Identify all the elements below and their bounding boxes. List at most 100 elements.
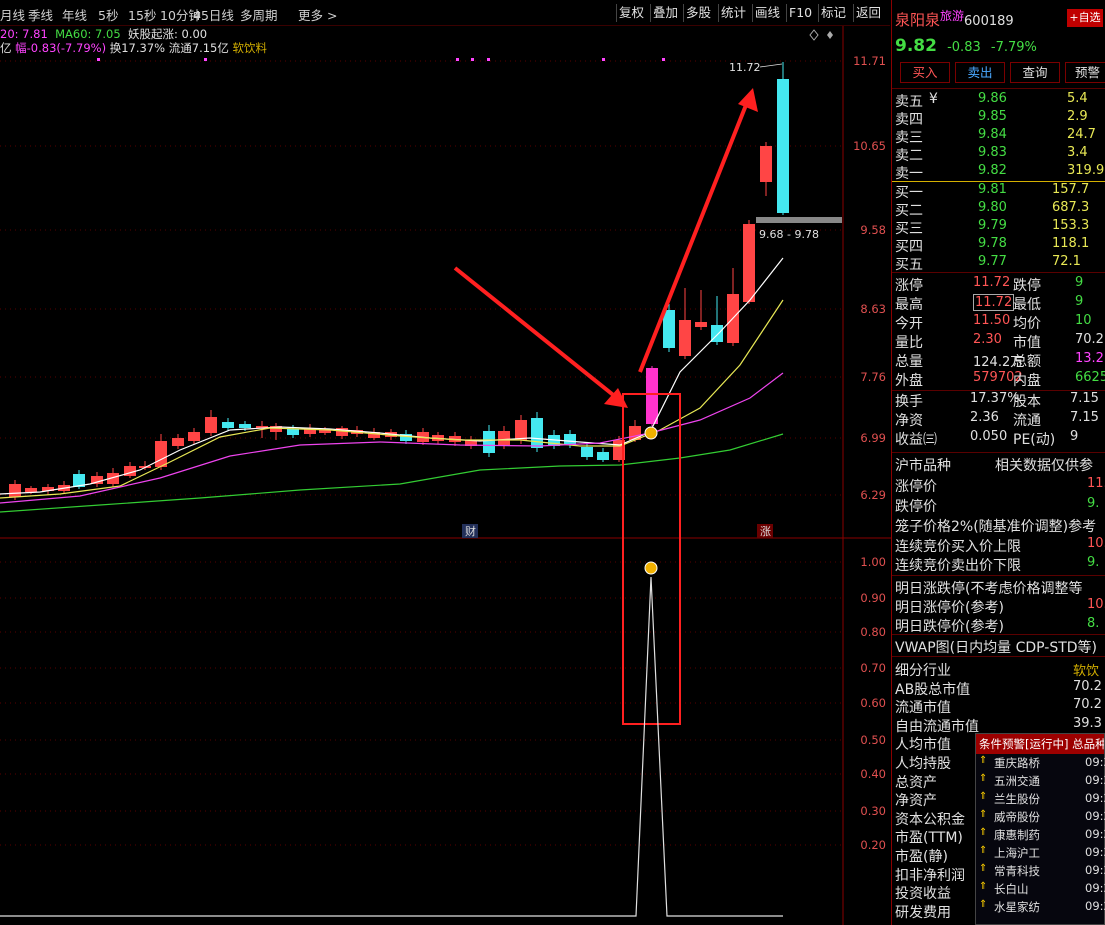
stat-value-2: 13.2 xyxy=(1075,351,1104,366)
bid-label: 买二 xyxy=(895,203,923,219)
info-row: VWAP图(日内均量 CDP-STD等) xyxy=(895,637,1105,656)
stat-label: 总量 xyxy=(895,354,923,370)
info-label: 连续竞价买入价上限 xyxy=(895,539,1021,555)
stat-value-2: 9 xyxy=(1075,275,1084,290)
alert-item[interactable]: ⇑ 五洲交通 09:2 xyxy=(976,772,1105,790)
info-row: 涨停价 11. xyxy=(895,476,1105,495)
stat-row: 今开 11.50 均价 10 xyxy=(895,313,1105,332)
price-change-pct: -7.79% xyxy=(990,40,1037,55)
info-value: 11. xyxy=(1087,476,1105,491)
fundamental-label: 人均持股 xyxy=(895,756,951,772)
sell-button[interactable]: 卖出 xyxy=(955,62,1005,83)
lower-axis-label: 0.40 xyxy=(860,767,886,781)
alert-time: 09:2 xyxy=(1085,773,1105,787)
bid-volume: 72.1 xyxy=(1052,254,1081,269)
candle-body xyxy=(222,422,234,428)
fundamental-value: 39.3 xyxy=(1073,715,1102,731)
currency-glyph: ¥ xyxy=(929,91,938,107)
price-axis-label: 7.76 xyxy=(860,370,886,384)
alert-button[interactable]: 预警 xyxy=(1065,62,1105,83)
up-arrow-icon: ⇑ xyxy=(979,881,988,892)
stat-label-2: PE(动) xyxy=(1013,432,1056,448)
alert-item[interactable]: ⇑ 常青科技 09:2 xyxy=(976,862,1105,880)
alert-time: 09:2 xyxy=(1085,845,1105,859)
info-row: 明日涨跌停(不考虑价格调整等 xyxy=(895,578,1105,597)
alert-stock-name: 上海沪工 xyxy=(994,846,1040,860)
last-price: 9.82 xyxy=(895,36,937,56)
ask-label: 卖一 xyxy=(895,166,923,182)
candle-body xyxy=(646,368,658,424)
ask-row: 卖一 9.82 319.9 xyxy=(895,163,1105,182)
fundamental-label: 投资收益 xyxy=(895,886,951,903)
stat-label: 涨停 xyxy=(895,278,923,294)
cai-marker: 财 xyxy=(465,524,476,538)
stat-value: 11.72 xyxy=(973,275,1011,290)
stat-value-2: 70.2 xyxy=(1075,332,1104,347)
query-button[interactable]: 查询 xyxy=(1010,62,1060,83)
alert-item[interactable]: ⇑ 长白山 09:2 xyxy=(976,880,1105,898)
fundamental-row: 流通市值 70.2 xyxy=(895,697,1105,716)
alert-item[interactable]: ⇑ 重庆路桥 09:2 xyxy=(976,754,1105,772)
alert-item[interactable]: ⇑ 威帝股份 09:2 xyxy=(976,808,1105,826)
diamond-icon xyxy=(809,29,819,41)
ask-label: 卖四 xyxy=(895,112,923,128)
price-axis-label: 11.71 xyxy=(853,54,886,68)
product-title: 沪市品种 xyxy=(895,458,951,474)
up-arrow-icon: ⇑ xyxy=(979,791,988,802)
arrow-head xyxy=(738,88,758,112)
stock-tag: 旅游 xyxy=(940,9,965,23)
condition-alert-popup[interactable]: 条件预警[运行中] 总品种 ⇑ 重庆路桥 09:2 ⇑ 五洲交通 09:2 ⇑ 兰生股份 09:… xyxy=(975,733,1105,925)
stat-value-2: 10 xyxy=(1075,313,1092,328)
ask-volume: 24.7 xyxy=(1067,127,1096,142)
price-axis-label: 9.58 xyxy=(860,223,886,237)
kline-chart[interactable]: 11.71 10.65 9.58 8.63 7.76 6.99 6.29 1.00 0.90 0.… xyxy=(0,0,891,925)
stat-row: 总量 124.2万 总额 13.2 xyxy=(895,351,1105,370)
alert-time: 09:2 xyxy=(1085,863,1105,877)
fundamental-label: 流通市值 xyxy=(895,700,951,717)
fundamental-label: 市盈(静) xyxy=(895,849,948,865)
lower-axis-label: 1.00 xyxy=(860,555,886,569)
info-label: 跌停价 xyxy=(895,499,937,515)
ask-price: 9.86 xyxy=(978,91,1007,106)
candle-body xyxy=(239,424,251,428)
info-label: 笼子价格2%(随基准价调整)参考 xyxy=(895,519,1097,535)
ma5-line xyxy=(0,257,784,495)
alert-time: 09:2 xyxy=(1085,809,1105,823)
bid-volume: 118.1 xyxy=(1052,236,1090,251)
alert-item[interactable]: ⇑ 水星家纺 09:2 xyxy=(976,898,1105,916)
stat-row: 净资 2.36 流通 7.15 xyxy=(895,410,1105,429)
alert-item[interactable]: ⇑ 康惠制药 09:2 xyxy=(976,826,1105,844)
info-label: VWAP图(日内均量 CDP-STD等) xyxy=(895,640,1098,656)
stat-value: 11.50 xyxy=(973,313,1011,328)
ask-price: 9.83 xyxy=(978,145,1007,160)
fundamental-label: 净资产 xyxy=(895,793,937,810)
alert-item[interactable]: ⇑ 上海沪工 09:2 xyxy=(976,844,1105,862)
candle-body xyxy=(743,224,755,302)
buy-button[interactable]: 买入 xyxy=(900,62,950,83)
stat-label: 最高 xyxy=(895,297,923,313)
ask-label: 卖二 xyxy=(895,148,923,164)
alert-stock-name: 长白山 xyxy=(994,882,1029,896)
stat-label-2: 内盘 xyxy=(1013,373,1041,389)
info-row: 明日跌停价(参考) 8. xyxy=(895,616,1105,635)
fundamental-row: AB股总市值 70.2 xyxy=(895,679,1105,698)
candle-body xyxy=(777,79,789,213)
add-watchlist-button[interactable]: +自选 xyxy=(1067,9,1103,27)
fundamental-value: 70.2 xyxy=(1073,678,1102,694)
stat-value-2: 9 xyxy=(1075,294,1084,309)
info-label: 明日涨跌停(不考虑价格调整等 xyxy=(895,581,1083,597)
candle-body xyxy=(581,447,593,457)
bid-price: 9.80 xyxy=(978,200,1007,215)
highlight-box xyxy=(622,393,681,725)
bid-row: 买三 9.79 153.3 xyxy=(895,218,1105,237)
stat-label-2: 市值 xyxy=(1013,335,1041,351)
candle-body xyxy=(498,431,510,445)
product-row: 沪市品种 相关数据仅供参 xyxy=(895,455,1105,474)
stat-value: 11.72 xyxy=(973,294,1015,311)
stat-label: 量比 xyxy=(895,335,923,351)
info-label: 连续竞价卖出价下限 xyxy=(895,558,1021,574)
signal-dot xyxy=(471,58,474,61)
alert-item[interactable]: ⇑ 兰生股份 09:2 xyxy=(976,790,1105,808)
up-arrow-icon: ⇑ xyxy=(979,773,988,784)
fundamental-label: 人均市值 xyxy=(895,737,951,754)
